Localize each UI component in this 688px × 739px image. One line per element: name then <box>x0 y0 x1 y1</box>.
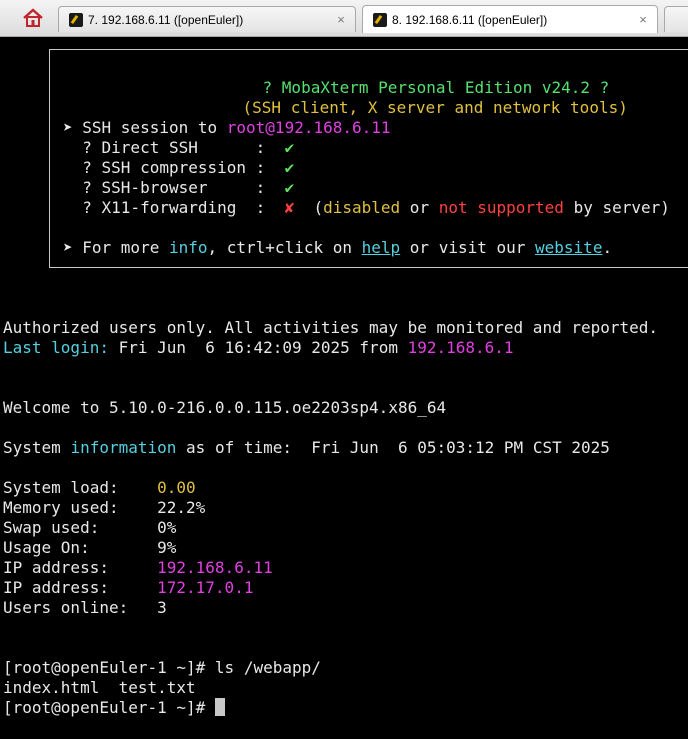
feature-x11-forwarding: ? X11-forwarding : ✘ (disabled or not su… <box>63 198 670 217</box>
authorized-notice: Authorized users only. All activities ma… <box>3 318 659 337</box>
stat-usage-on: Usage On: 9% <box>3 538 177 557</box>
stat-ip-address-1: IP address: 192.168.6.11 <box>3 558 273 577</box>
session-target: root@192.168.6.11 <box>226 118 391 137</box>
home-icon[interactable] <box>18 6 48 30</box>
banner-title: ? MobaXterm Personal Edition v24.2 ? <box>262 78 610 97</box>
ssh-session-icon <box>373 12 387 27</box>
prompt-line[interactable]: [root@openEuler-1 ~]# <box>3 698 225 718</box>
stat-memory-used: Memory used: 22.2% <box>3 498 206 517</box>
check-icon: ✔ <box>284 158 295 177</box>
last-login-line: Last login: Fri Jun 6 16:42:09 2025 from… <box>3 338 514 357</box>
stat-ip-address-2: IP address: 172.17.0.1 <box>3 578 254 597</box>
command-line-1: [root@openEuler-1 ~]# ls /webapp/ <box>3 658 321 677</box>
tab-new[interactable] <box>664 6 688 32</box>
more-info-line: ➤ For more info, ctrl+click on help or v… <box>63 238 613 257</box>
feature-ssh-compression: ? SSH compression : ✔ <box>63 158 295 177</box>
check-icon: ✔ <box>284 138 295 157</box>
feature-direct-ssh: ? Direct SSH : ✔ <box>63 138 295 157</box>
ssh-session-icon <box>69 12 83 27</box>
terminal-cursor <box>214 698 225 716</box>
stat-users-online: Users online: 3 <box>3 598 167 617</box>
tab-session-8[interactable]: 8. 192.168.6.11 ([openEuler]) × <box>362 5 658 33</box>
tab-label: 8. 192.168.6.11 ([openEuler]) <box>392 12 548 27</box>
tab-bar: 7. 192.168.6.11 ([openEuler]) × 8. 192.1… <box>0 0 688 37</box>
check-icon: ✔ <box>284 178 295 197</box>
stat-swap-used: Swap used: 0% <box>3 518 177 537</box>
welcome-line: Welcome to 5.10.0-216.0.0.115.oe2203sp4.… <box>3 398 447 417</box>
ls-output: index.html test.txt <box>3 678 196 697</box>
close-icon[interactable]: × <box>331 12 351 27</box>
system-info-line: System information as of time: Fri Jun 6… <box>3 438 610 457</box>
cross-icon: ✘ <box>284 198 295 217</box>
website-link[interactable]: website <box>535 238 602 257</box>
banner-subtitle: (SSH client, X server and network tools) <box>242 98 628 117</box>
stat-system-load: System load: 0.00 <box>3 478 196 497</box>
help-link[interactable]: help <box>362 238 401 257</box>
tab-label: 7. 192.168.6.11 ([openEuler]) <box>88 12 244 27</box>
tab-session-7[interactable]: 7. 192.168.6.11 ([openEuler]) × <box>58 6 356 32</box>
ssh-session-line: ➤ SSH session to root@192.168.6.11 <box>63 118 391 137</box>
feature-ssh-browser: ? SSH-browser : ✔ <box>63 178 295 197</box>
close-icon[interactable]: × <box>633 12 653 27</box>
